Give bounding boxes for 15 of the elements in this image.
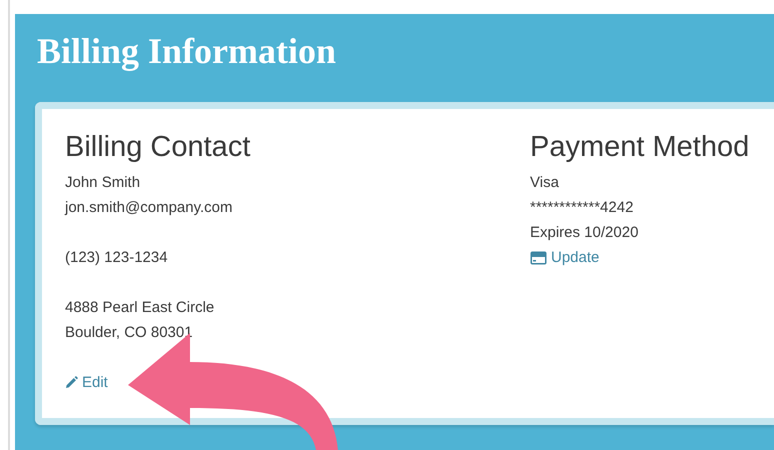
info-text: Expires 10/2020	[530, 223, 638, 243]
info-text: Visa	[530, 173, 559, 193]
credit-card-icon	[530, 250, 547, 264]
edit-link[interactable]: Edit	[65, 370, 108, 395]
page-title: Billing Information	[37, 30, 336, 73]
info-text: jon.smith@company.com	[65, 198, 233, 218]
info-text: 4888 Pearl East Circle	[65, 298, 214, 318]
section-heading: Payment Method	[530, 130, 750, 164]
section-heading: Billing Contact	[65, 130, 252, 164]
info-text: John Smith	[65, 173, 140, 193]
pencil-icon	[65, 376, 78, 389]
update-link[interactable]: Update	[530, 245, 600, 270]
info-text: ************4242	[530, 198, 634, 218]
info-text: (123) 123-1234	[65, 248, 168, 268]
info-text: Boulder, CO 80301	[65, 323, 193, 343]
